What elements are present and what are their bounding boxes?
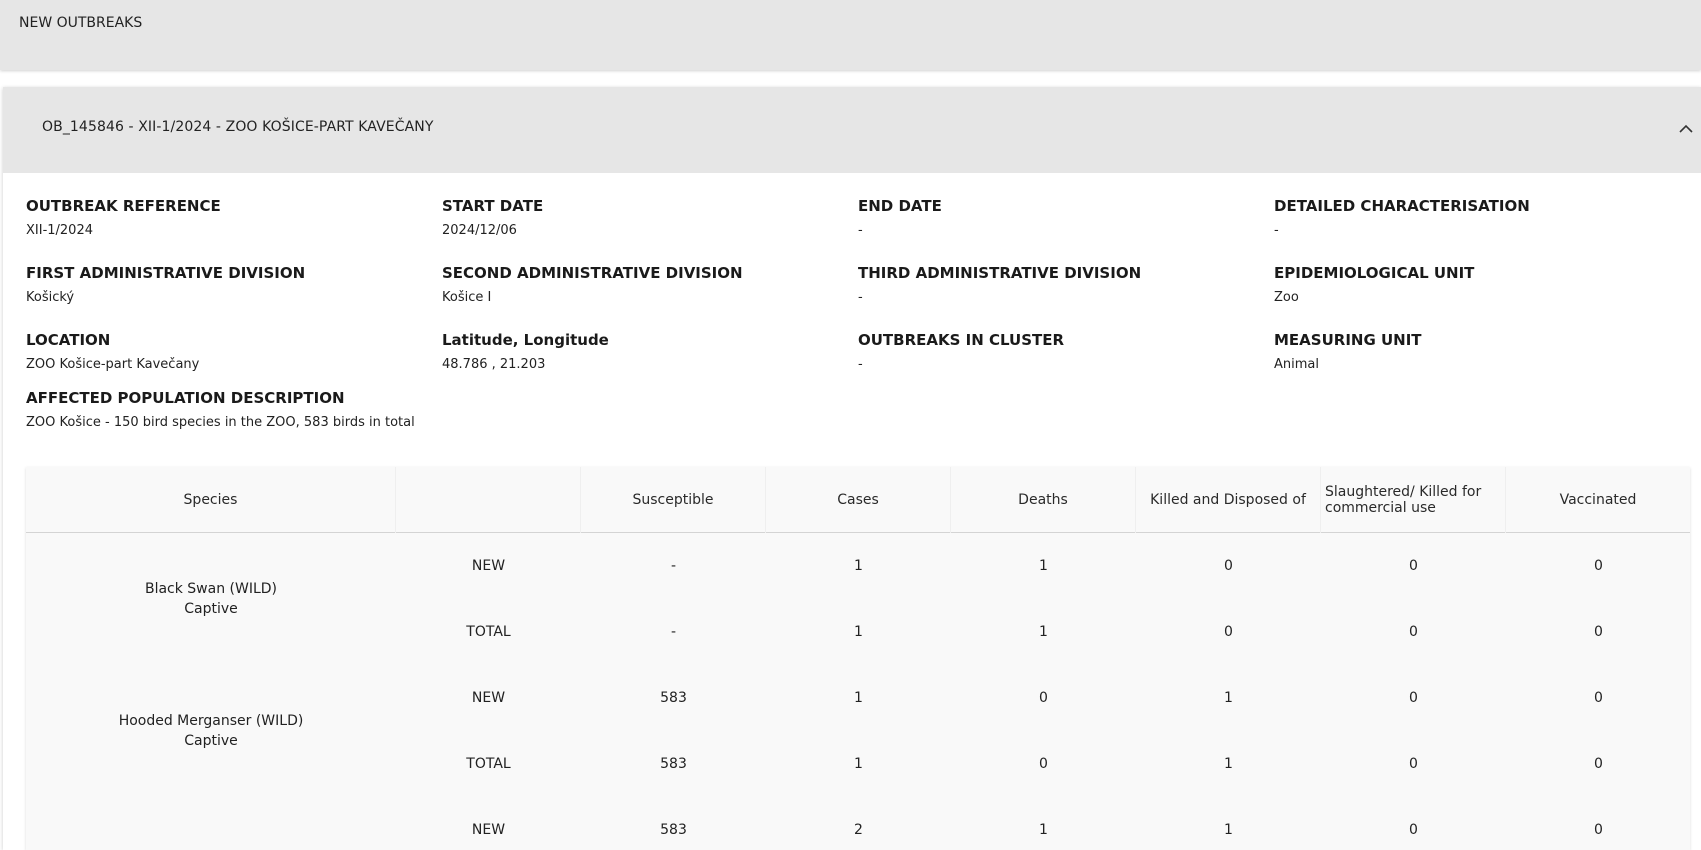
field-value: 2024/12/06 [442, 223, 517, 238]
field-outbreak-reference: OUTBREAK REFERENCE XII-1/2024 [26, 197, 221, 238]
cell-type: NEW [471, 822, 506, 838]
cell-deaths: 1 [1039, 558, 1048, 574]
col-header-susceptible: Susceptible [581, 467, 766, 533]
field-label: Latitude, Longitude [442, 331, 609, 349]
cell-vaccinated: 0 [1594, 558, 1603, 574]
field-value: ZOO Košice-part Kavečany [26, 357, 200, 372]
species-name: Hooded Merganser (WILD) [118, 713, 304, 729]
field-label: START DATE [442, 197, 544, 215]
top-bar: NEW OUTBREAKS [0, 0, 1701, 70]
field-value: - [858, 290, 863, 305]
cell-susceptible: 583 [660, 690, 687, 706]
cell-vaccinated: 0 [1594, 624, 1603, 640]
species-table: Species Susceptible Cases Deaths Killed … [26, 467, 1690, 850]
field-second-admin-division: SECOND ADMINISTRATIVE DIVISION Košice I [442, 264, 743, 305]
field-value: - [858, 223, 863, 238]
species-name: Black Swan (WILD) [144, 581, 278, 597]
outbreak-title: OB_145846 - XII-1/2024 - ZOO KOŠICE-PART… [42, 119, 434, 135]
field-lat-long: Latitude, Longitude 48.786 , 21.203 [442, 331, 609, 372]
field-value: - [1274, 223, 1279, 238]
cell-susceptible: 583 [660, 822, 687, 838]
cell-type: NEW [471, 690, 506, 706]
field-label: EPIDEMIOLOGICAL UNIT [1274, 264, 1475, 282]
cell-vaccinated: 0 [1594, 690, 1603, 706]
cell-susceptible: - [670, 624, 677, 640]
cell-killed: 1 [1224, 822, 1233, 838]
field-label: OUTBREAK REFERENCE [26, 197, 221, 215]
field-detailed-characterisation: DETAILED CHARACTERISATION - [1274, 197, 1530, 238]
cell-susceptible: - [670, 558, 677, 574]
cell-cases: 1 [854, 558, 863, 574]
species-cell: Black Swan (WILD) Captive [26, 533, 396, 665]
cell-deaths: 0 [1039, 756, 1048, 772]
cell-cases: 2 [854, 822, 863, 838]
field-value: ZOO Košice - 150 bird species in the ZOO… [26, 415, 415, 430]
field-label: THIRD ADMINISTRATIVE DIVISION [858, 264, 1142, 282]
field-third-admin-division: THIRD ADMINISTRATIVE DIVISION - [858, 264, 1141, 305]
cell-slaughtered: 0 [1409, 690, 1418, 706]
field-value: Košický [26, 290, 75, 305]
section-title: NEW OUTBREAKS [19, 15, 143, 31]
cell-slaughtered: 0 [1409, 558, 1418, 574]
chevron-up-icon[interactable] [1677, 119, 1695, 137]
field-label: DETAILED CHARACTERISATION [1274, 197, 1530, 215]
field-value: XII-1/2024 [26, 223, 93, 238]
species-status: Captive [184, 733, 238, 749]
cell-deaths: 1 [1039, 624, 1048, 640]
col-header-killed: Killed and Disposed of [1136, 467, 1321, 533]
field-label: LOCATION [26, 331, 111, 349]
field-epidemiological-unit: EPIDEMIOLOGICAL UNIT Zoo [1274, 264, 1474, 305]
field-value: - [858, 357, 863, 372]
col-header-slaughtered: Slaughtered/ Killed for commercial use [1321, 467, 1506, 533]
field-value: 48.786 , 21.203 [442, 357, 546, 372]
cell-cases: 1 [854, 690, 863, 706]
field-affected-population: AFFECTED POPULATION DESCRIPTION ZOO Koši… [26, 389, 415, 430]
col-header-type [396, 467, 581, 533]
field-value: Zoo [1274, 290, 1299, 305]
species-cell: Hooded Merganser (WILD) Captive [26, 665, 396, 797]
cell-type: TOTAL [466, 624, 511, 640]
cell-slaughtered: 0 [1409, 624, 1418, 640]
cell-cases: 1 [854, 756, 863, 772]
cell-vaccinated: 0 [1594, 822, 1603, 838]
field-label: AFFECTED POPULATION DESCRIPTION [26, 389, 345, 407]
field-location: LOCATION ZOO Košice-part Kavečany [26, 331, 199, 372]
field-start-date: START DATE 2024/12/06 [442, 197, 543, 238]
cell-type: NEW [471, 558, 506, 574]
field-label: END DATE [858, 197, 942, 215]
cell-type: TOTAL [466, 756, 511, 772]
species-status: Captive [184, 601, 238, 617]
field-first-admin-division: FIRST ADMINISTRATIVE DIVISION Košický [26, 264, 305, 305]
field-label: OUTBREAKS IN CLUSTER [858, 331, 1065, 349]
cell-slaughtered: 0 [1409, 756, 1418, 772]
table-header: Species Susceptible Cases Deaths Killed … [26, 467, 1690, 533]
field-value: Košice I [442, 290, 492, 305]
species-cell [26, 797, 396, 850]
cell-deaths: 1 [1039, 822, 1048, 838]
col-header-cases: Cases [766, 467, 951, 533]
cell-killed: 0 [1224, 558, 1233, 574]
cell-susceptible: 583 [660, 756, 687, 772]
field-label: FIRST ADMINISTRATIVE DIVISION [26, 264, 306, 282]
cell-killed: 0 [1224, 624, 1233, 640]
outbreak-panel-header[interactable]: OB_145846 - XII-1/2024 - ZOO KOŠICE-PART… [3, 87, 1701, 173]
cell-slaughtered: 0 [1409, 822, 1418, 838]
cell-vaccinated: 0 [1594, 756, 1603, 772]
cell-killed: 1 [1224, 756, 1233, 772]
field-label: MEASURING UNIT [1274, 331, 1422, 349]
cell-deaths: 0 [1039, 690, 1048, 706]
col-header-deaths: Deaths [951, 467, 1136, 533]
field-end-date: END DATE - [858, 197, 942, 238]
cell-cases: 1 [854, 624, 863, 640]
col-header-species: Species [26, 467, 396, 533]
col-header-vaccinated: Vaccinated [1559, 492, 1637, 508]
field-value: Animal [1274, 357, 1319, 372]
cell-killed: 1 [1224, 690, 1233, 706]
field-measuring-unit: MEASURING UNIT Animal [1274, 331, 1422, 372]
field-label: SECOND ADMINISTRATIVE DIVISION [442, 264, 743, 282]
field-outbreaks-in-cluster: OUTBREAKS IN CLUSTER - [858, 331, 1064, 372]
